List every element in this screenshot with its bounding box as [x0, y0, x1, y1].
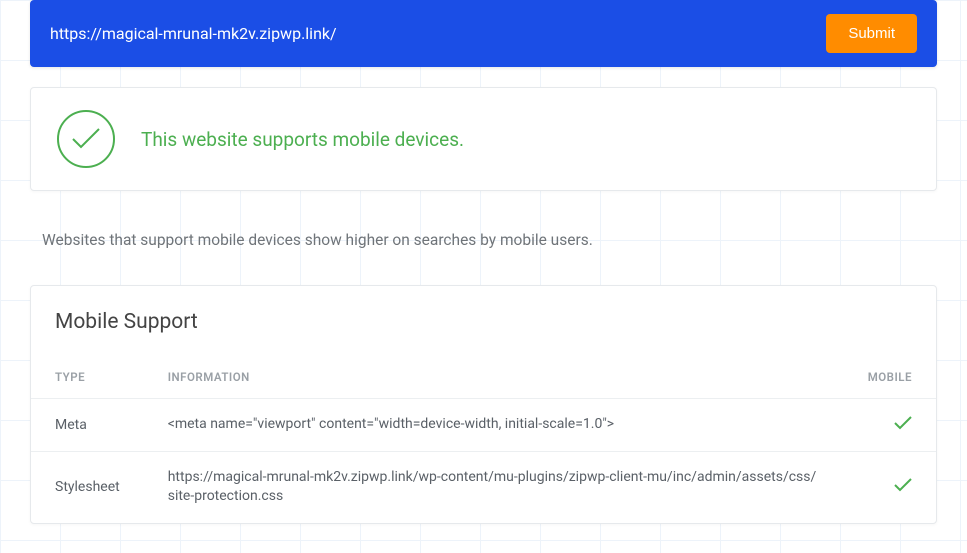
mobile-support-table: TYPE INFORMATION MOBILE Meta <meta name=… [31, 358, 936, 523]
header-type: TYPE [31, 358, 144, 399]
status-card: This website supports mobile devices. [30, 87, 937, 191]
submit-button[interactable]: Submit [826, 14, 917, 53]
header-mobile: MOBILE [844, 358, 936, 399]
url-display: https://magical-mrunal-mk2v.zipwp.link/ [50, 24, 826, 43]
description-text: Websites that support mobile devices sho… [30, 231, 937, 249]
cell-mobile [844, 399, 936, 452]
cell-information: <meta name="viewport" content="width=dev… [144, 399, 844, 452]
check-circle-icon [57, 110, 115, 168]
table-title: Mobile Support [31, 310, 936, 358]
mobile-support-card: Mobile Support TYPE INFORMATION MOBILE M… [30, 285, 937, 524]
cell-mobile [844, 451, 936, 523]
cell-type: Stylesheet [31, 451, 144, 523]
table-row: Meta <meta name="viewport" content="widt… [31, 399, 936, 452]
check-icon [894, 480, 912, 496]
url-submit-bar: https://magical-mrunal-mk2v.zipwp.link/ … [30, 0, 937, 67]
cell-type: Meta [31, 399, 144, 452]
cell-information: https://magical-mrunal-mk2v.zipwp.link/w… [144, 451, 844, 523]
check-icon [894, 418, 912, 434]
table-row: Stylesheet https://magical-mrunal-mk2v.z… [31, 451, 936, 523]
status-message: This website supports mobile devices. [141, 128, 464, 151]
header-information: INFORMATION [144, 358, 844, 399]
